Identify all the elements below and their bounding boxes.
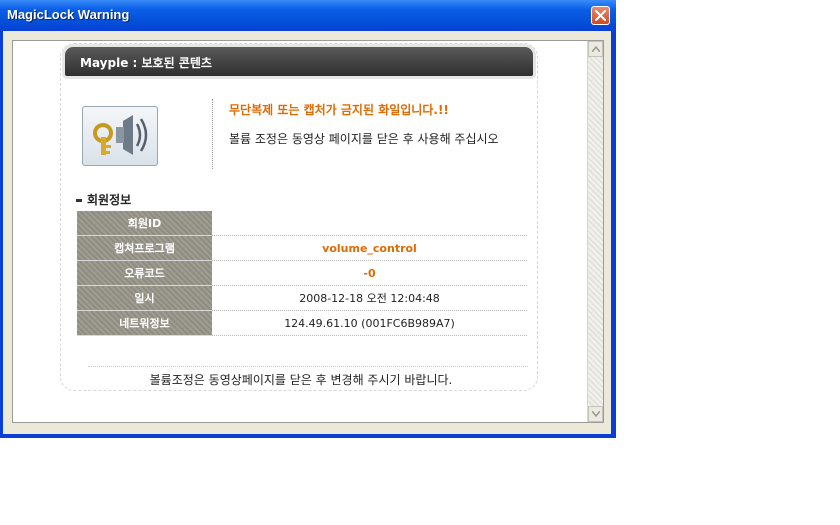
speaker-key-icon bbox=[82, 106, 158, 166]
close-button[interactable] bbox=[591, 6, 610, 25]
vertical-divider bbox=[212, 99, 213, 169]
table-row: 오류코드 -0 bbox=[77, 260, 527, 286]
warning-description: 볼륨 조정은 동영상 페이지를 닫은 후 사용해 주십시오 bbox=[229, 132, 499, 146]
row-label: 캡쳐프로그램 bbox=[77, 235, 212, 261]
window-client-area: Mayple : 보호된 콘텐츠 무단복제 또는 캡처가 금지된 화일입니다.!… bbox=[3, 31, 611, 434]
content-frame: Mayple : 보호된 콘텐츠 무단복제 또는 캡처가 금지된 화일입니다.!… bbox=[12, 40, 604, 423]
row-label: 회원ID bbox=[77, 211, 212, 236]
bullet-icon bbox=[76, 199, 82, 202]
member-info-table: 회원ID 캡쳐프로그램 volume_control 오류코드 -0 일시 20… bbox=[77, 211, 527, 336]
scroll-down-button[interactable] bbox=[588, 406, 603, 422]
table-row: 회원ID bbox=[77, 211, 527, 236]
title-bar[interactable]: MagicLock Warning bbox=[0, 0, 616, 31]
footer-divider bbox=[88, 366, 528, 367]
magiclock-warning-window: MagicLock Warning Mayple : 보호된 콘텐츠 무단복제 … bbox=[0, 0, 616, 438]
member-info-heading-text: 회원정보 bbox=[87, 193, 132, 207]
chevron-up-icon bbox=[592, 46, 600, 52]
vertical-scrollbar[interactable] bbox=[587, 41, 603, 422]
member-info-heading: 회원정보 bbox=[76, 191, 131, 208]
chevron-down-icon bbox=[592, 411, 600, 417]
row-value: volume_control bbox=[212, 235, 527, 261]
table-row: 캡쳐프로그램 volume_control bbox=[77, 235, 527, 261]
content-banner: Mayple : 보호된 콘텐츠 bbox=[65, 47, 533, 76]
scroll-up-button[interactable] bbox=[588, 41, 603, 57]
table-row: 일시 2008-12-18 오전 12:04:48 bbox=[77, 285, 527, 311]
footer-notice: 볼륨조정은 동영상페이지를 닫은 후 변경해 주시기 바랍니다. bbox=[149, 373, 453, 387]
row-value: 2008-12-18 오전 12:04:48 bbox=[212, 285, 527, 311]
window-title: MagicLock Warning bbox=[7, 7, 130, 22]
row-value: -0 bbox=[212, 260, 527, 286]
row-value: 124.49.61.10 (001FC6B989A7) bbox=[212, 310, 527, 336]
row-label: 오류코드 bbox=[77, 260, 212, 286]
banner-title: Mayple : 보호된 콘텐츠 bbox=[80, 56, 212, 70]
warning-title: 무단복제 또는 캡처가 금지된 화일입니다.!! bbox=[229, 103, 449, 117]
row-value bbox=[212, 211, 527, 236]
close-icon bbox=[595, 10, 606, 21]
row-label: 일시 bbox=[77, 285, 212, 311]
table-row: 네트워정보 124.49.61.10 (001FC6B989A7) bbox=[77, 310, 527, 336]
row-label: 네트워정보 bbox=[77, 310, 212, 336]
